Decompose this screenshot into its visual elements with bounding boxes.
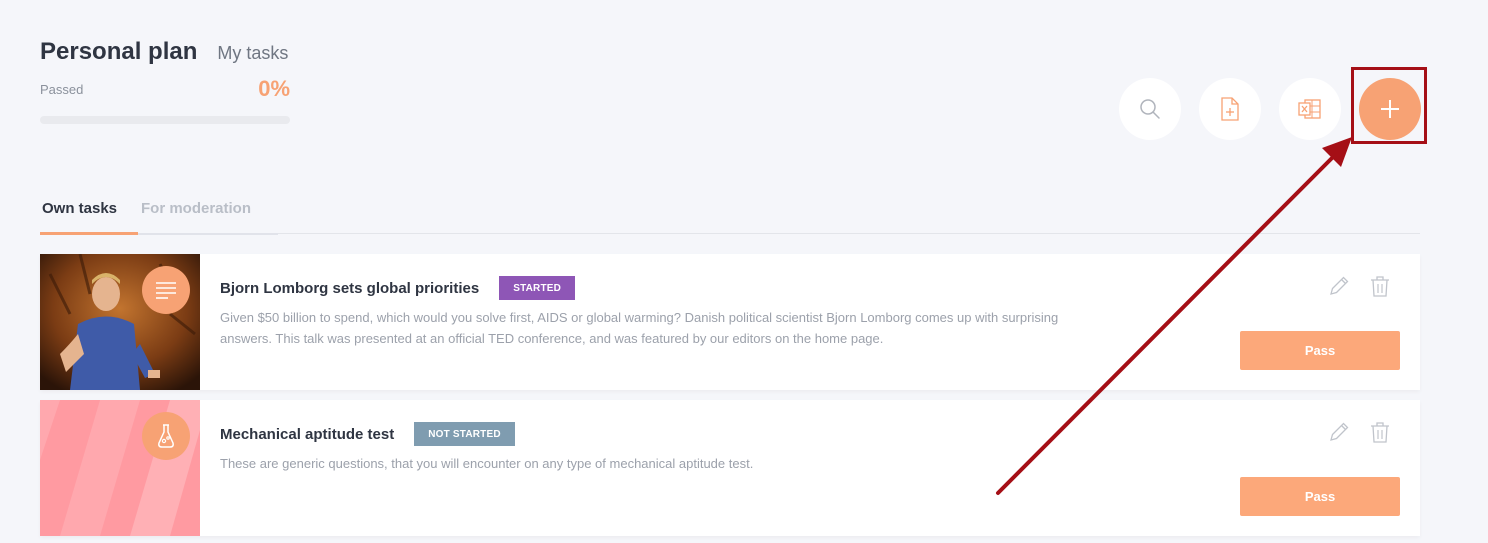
trash-icon [1371, 422, 1389, 443]
excel-icon [1298, 99, 1321, 119]
passed-value: 0% [258, 76, 290, 101]
delete-button[interactable] [1369, 421, 1391, 448]
passed-label: Passed [40, 82, 84, 97]
task-title[interactable]: Mechanical aptitude test [220, 426, 394, 443]
page-title: Personal plan [40, 38, 198, 65]
annotation-highlight-box [1351, 67, 1427, 144]
task-description: Given $50 billion to spend, which would … [220, 310, 1059, 346]
status-badge: STARTED [499, 276, 576, 300]
task-title[interactable]: Bjorn Lomborg sets global priorities [220, 280, 479, 297]
tab-for-moderation[interactable]: For moderation [141, 200, 251, 217]
file-add-icon [1221, 97, 1239, 121]
import-file-button[interactable] [1199, 78, 1261, 140]
progress-bar [40, 116, 290, 124]
search-icon [1140, 99, 1160, 119]
flask-icon [158, 424, 174, 448]
task-card[interactable]: Mechanical aptitude test NOT STARTED The… [40, 400, 1420, 536]
edit-button[interactable] [1328, 421, 1350, 448]
status-badge: NOT STARTED [414, 422, 515, 446]
pencil-icon [1330, 276, 1349, 295]
tab-underline-active [40, 232, 138, 235]
thumb-badge [142, 412, 190, 460]
task-card[interactable]: Bjorn Lomborg sets global priorities STA… [40, 254, 1420, 390]
pass-button[interactable]: Pass [1240, 331, 1400, 370]
task-tabs: Own tasks For moderation [40, 190, 1420, 235]
pass-button[interactable]: Pass [1240, 477, 1400, 516]
article-icon [156, 282, 176, 299]
trash-icon [1371, 276, 1389, 297]
page-header: Personal plan My tasks [40, 38, 288, 66]
task-thumbnail-video [40, 254, 200, 390]
tab-underline-inactive [138, 233, 278, 235]
delete-button[interactable] [1369, 275, 1391, 302]
tab-own-tasks[interactable]: Own tasks [42, 200, 117, 217]
task-thumbnail-pattern [40, 400, 200, 536]
task-header: Mechanical aptitude test NOT STARTED [220, 422, 515, 446]
edit-button[interactable] [1328, 275, 1350, 302]
export-excel-button[interactable] [1279, 78, 1341, 140]
thumb-badge [142, 266, 190, 314]
task-header: Bjorn Lomborg sets global priorities STA… [220, 276, 576, 300]
page-subtitle: My tasks [217, 43, 289, 63]
task-description: These are generic questions, that you wi… [220, 456, 754, 471]
pencil-icon [1330, 422, 1349, 441]
search-button[interactable] [1119, 78, 1181, 140]
